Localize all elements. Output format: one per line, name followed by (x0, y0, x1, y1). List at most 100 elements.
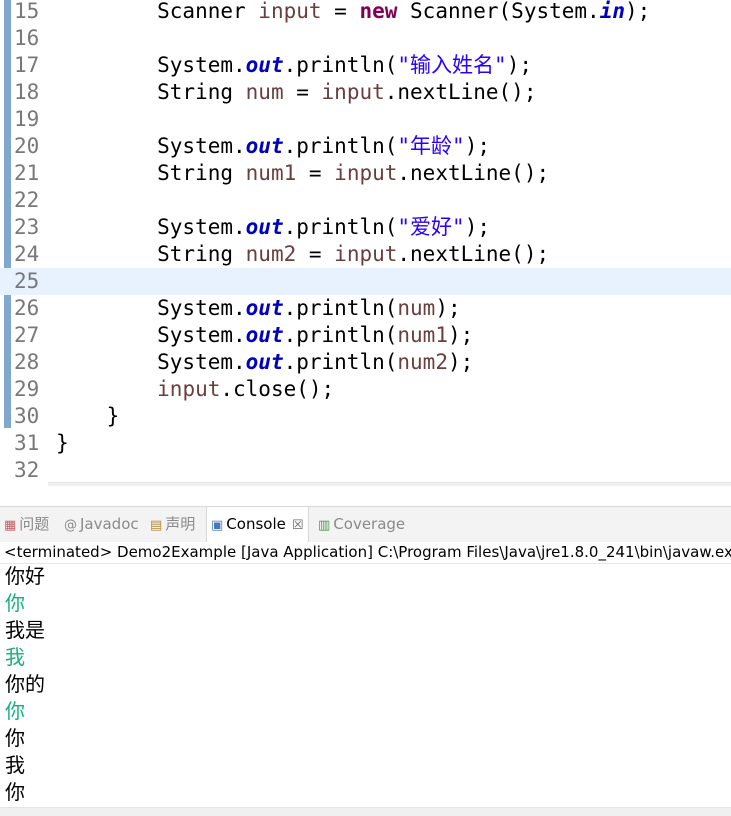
code-token: ); (464, 134, 490, 158)
code-token: input (321, 80, 385, 104)
scroll-left-icon[interactable]: < (54, 484, 66, 486)
code-line[interactable]: 32 (0, 457, 731, 484)
code-line[interactable]: 20 System.out.println("年龄"); (0, 133, 731, 160)
code-line[interactable]: 18 String num = input.nextLine(); (0, 79, 731, 106)
code-token: = (321, 0, 360, 23)
code-token: = (296, 161, 335, 185)
code-token: num1 (245, 161, 297, 185)
code-token: num (245, 80, 284, 104)
code-line[interactable]: 16 (0, 25, 731, 52)
tab-coverage[interactable]: ▥ Coverage (318, 507, 405, 542)
code-line[interactable]: 19 (0, 106, 731, 133)
close-icon[interactable]: ☒ (292, 518, 304, 533)
code-token: String (56, 242, 246, 266)
problems-icon: ▦ (4, 518, 17, 533)
code-line[interactable]: 23 System.out.println("爱好"); (0, 214, 731, 241)
tab-declaration[interactable]: ▤ 声明 (150, 507, 195, 542)
console-input-line: 你 (5, 699, 25, 723)
line-number: 23 (14, 215, 40, 239)
code-line[interactable]: 26 System.out.println(num); (0, 295, 731, 322)
code-token: Scanner(System. (397, 0, 600, 23)
line-number: 20 (14, 134, 40, 158)
code-token: System. (56, 296, 246, 320)
code-line[interactable]: 21 String num1 = input.nextLine(); (0, 160, 731, 187)
tab-declaration-label: 声明 (165, 515, 196, 533)
line-number: 25 (14, 269, 40, 293)
code-token: out (245, 323, 284, 347)
code-token: .println( (283, 215, 398, 239)
code-token: ); (447, 350, 474, 374)
code-token: input (334, 242, 398, 266)
console-output-line: 你好 (5, 564, 45, 588)
code-token: ); (464, 215, 490, 239)
code-line[interactable]: 27 System.out.println(num1); (0, 322, 731, 349)
console-output-line: 你的 (5, 672, 45, 696)
code-token: input (334, 161, 398, 185)
code-line[interactable]: 22 (0, 187, 731, 214)
code-text: System.out.println("爱好"); (56, 214, 490, 241)
code-line[interactable]: 15 Scanner input = new Scanner(System.in… (0, 0, 731, 25)
code-text: String num1 = input.nextLine(); (56, 160, 549, 187)
console-output-line: 我是 (5, 618, 45, 642)
code-token: Scanner (56, 0, 259, 23)
console-output-line: 我 (5, 753, 25, 777)
code-line[interactable]: 31} (0, 430, 731, 457)
code-token: in (599, 0, 625, 23)
code-line[interactable]: 28 System.out.println(num2); (0, 349, 731, 376)
code-text: System.out.println("输入姓名"); (56, 52, 532, 79)
tab-console[interactable]: ▣ Console ☒ (206, 507, 309, 542)
code-line[interactable]: 29 input.close(); (0, 376, 731, 403)
console-status-header: <terminated> Demo2Example [Java Applicat… (0, 541, 731, 564)
code-token: out (245, 215, 284, 239)
code-token: = (283, 80, 322, 104)
code-token: = (296, 242, 335, 266)
code-token: new (359, 0, 398, 23)
line-number: 26 (14, 296, 40, 320)
line-number: 21 (14, 161, 40, 185)
code-token: out (245, 53, 284, 77)
line-number: 31 (14, 431, 40, 455)
code-token: out (245, 134, 284, 158)
line-number: 27 (14, 323, 40, 347)
code-line[interactable]: 24 String num2 = input.nextLine(); (0, 241, 731, 268)
code-line[interactable]: 17 System.out.println("输入姓名"); (0, 52, 731, 79)
line-number: 19 (14, 107, 40, 131)
editor-horizontal-scrollbar[interactable]: < (48, 482, 731, 486)
code-text: System.out.println(num2); (56, 349, 473, 376)
console-icon: ▣ (211, 518, 224, 533)
code-text: System.out.println(num1); (56, 322, 473, 349)
code-token: String (56, 161, 246, 185)
console-output-line: 你 (5, 726, 25, 750)
code-token: "爱好" (397, 215, 465, 239)
line-number: 22 (14, 188, 40, 212)
code-token: .close(); (220, 377, 335, 401)
at-icon: @ (64, 518, 77, 533)
code-token: input (258, 0, 322, 23)
code-text: String num = input.nextLine(); (56, 79, 536, 106)
code-text: } (56, 403, 120, 430)
code-token: input (157, 377, 221, 401)
code-token: ); (447, 323, 474, 347)
code-line[interactable]: 30 } (0, 403, 731, 430)
code-token: out (245, 350, 284, 374)
code-editor[interactable]: 15 Scanner input = new Scanner(System.in… (0, 0, 731, 486)
line-number: 30 (14, 404, 40, 428)
code-token: .nextLine(); (384, 80, 537, 104)
line-number: 24 (14, 242, 40, 266)
code-line[interactable]: 25 (0, 268, 731, 295)
view-tab-bar: ▦ 问题 @ Javadoc ▤ 声明 ▣ Console ☒ ▥ Coverage (0, 506, 731, 542)
console-output[interactable]: 你好你我是我你的你你我你 (0, 563, 731, 807)
code-token: System. (56, 323, 246, 347)
code-token: .println( (283, 53, 398, 77)
code-token: .nextLine(); (397, 161, 550, 185)
code-text: Scanner input = new Scanner(System.in); (56, 0, 650, 25)
tab-javadoc[interactable]: @ Javadoc (64, 507, 139, 542)
code-token: "输入姓名" (397, 53, 507, 77)
line-number: 18 (14, 80, 40, 104)
tab-problems[interactable]: ▦ 问题 (4, 507, 49, 542)
code-token: .nextLine(); (397, 242, 550, 266)
code-token: } (56, 431, 69, 455)
code-token: String (56, 80, 246, 104)
line-number: 28 (14, 350, 40, 374)
